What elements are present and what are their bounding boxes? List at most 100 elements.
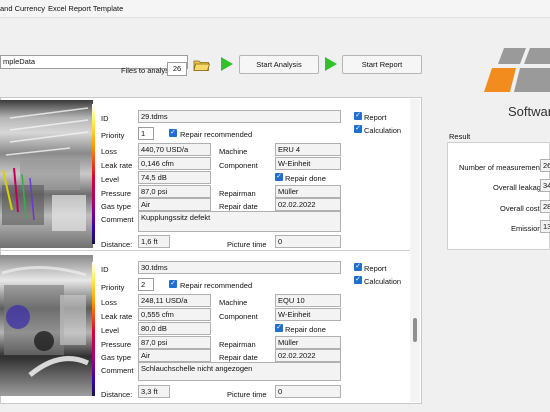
picture-time-label: Picture time bbox=[227, 390, 267, 399]
pressure-label: Pressure bbox=[101, 189, 132, 198]
loss-field: 248,11 USD/a bbox=[138, 294, 211, 307]
leak-rate-label: Leak rate bbox=[101, 312, 133, 321]
start-report-button[interactable]: Start Report bbox=[342, 55, 422, 74]
repair-done-checkbox[interactable]: ✓ bbox=[275, 173, 283, 181]
gas-type-field: Air bbox=[138, 198, 211, 211]
repair-done-checkbox[interactable]: ✓ bbox=[275, 324, 283, 332]
overall-costs-label: Overall costs bbox=[500, 204, 544, 213]
pressure-field: 87,0 psi bbox=[138, 185, 211, 198]
comment-label: Comment bbox=[101, 215, 134, 224]
repair-recommended-label: Repair recommended bbox=[180, 281, 253, 290]
id-label: ID bbox=[101, 265, 109, 274]
repair-recommended-checkbox[interactable]: ✓ bbox=[169, 129, 177, 137]
comment-field: Schlauchschelle nicht angezogen bbox=[138, 362, 341, 381]
overall-leakage-label: Overall leakage bbox=[493, 183, 546, 192]
repair-done-label: Repair done bbox=[285, 174, 326, 183]
calculation-checkbox[interactable]: ✓ bbox=[354, 125, 362, 133]
emission-field: 13 bbox=[540, 220, 550, 233]
overall-costs-field: 28 bbox=[540, 200, 550, 213]
start-analysis-button[interactable]: Start Analysis bbox=[239, 55, 319, 74]
component-field: W-Einheit bbox=[275, 308, 341, 321]
calculation-label: Calculation bbox=[364, 277, 402, 286]
priority-field[interactable]: 1 bbox=[138, 127, 154, 140]
loss-label: Loss bbox=[101, 147, 117, 156]
files-to-analyse-label: Files to analyse bbox=[121, 66, 174, 75]
repairman-field: Müller bbox=[275, 336, 341, 349]
comment-label: Comment bbox=[101, 366, 134, 375]
report-checkbox[interactable]: ✓ bbox=[354, 263, 362, 271]
gas-type-label: Gas type bbox=[101, 353, 132, 362]
report-checkbox[interactable]: ✓ bbox=[354, 112, 362, 120]
menu-excel-report-template[interactable]: Excel Report Template bbox=[48, 0, 123, 18]
leak-rate-field: 0,555 cfm bbox=[138, 308, 211, 321]
repair-date-field: 02.02.2022 bbox=[275, 198, 341, 211]
files-to-analyse-field[interactable]: 26 bbox=[167, 62, 187, 76]
machine-field: ERU 4 bbox=[275, 143, 341, 156]
repair-done-label: Repair done bbox=[285, 325, 326, 334]
calculation-label: Calculation bbox=[364, 126, 402, 135]
record-divider bbox=[0, 250, 412, 251]
start-report-play-icon bbox=[325, 57, 337, 71]
report-label: Report bbox=[364, 264, 387, 273]
picture-time-field: 0 bbox=[275, 235, 341, 248]
gas-type-label: Gas type bbox=[101, 202, 132, 211]
thermal-color-scale bbox=[92, 104, 95, 244]
priority-label: Priority bbox=[101, 131, 125, 140]
repairman-field: Müller bbox=[275, 185, 341, 198]
leak-rate-field: 0,146 cfm bbox=[138, 157, 211, 170]
repairman-label: Repairman bbox=[219, 189, 256, 198]
number-of-measurements-field: 26 bbox=[540, 159, 550, 172]
picture-time-field: 0 bbox=[275, 385, 341, 398]
logo-text: Softwar bbox=[508, 104, 550, 119]
emission-label: Emission bbox=[511, 224, 542, 233]
thermal-color-scale bbox=[92, 262, 95, 396]
menu-currency[interactable]: and Currency bbox=[0, 0, 45, 18]
distance-label: Distance: bbox=[101, 240, 133, 249]
report-label: Report bbox=[364, 113, 387, 122]
thermal-image bbox=[0, 255, 93, 396]
overall-leakage-field: 34 bbox=[540, 179, 550, 192]
repair-date-label: Repair date bbox=[219, 353, 258, 362]
id-label: ID bbox=[101, 114, 109, 123]
machine-label: Machine bbox=[219, 298, 248, 307]
level-label: Level bbox=[101, 326, 119, 335]
result-panel bbox=[447, 142, 550, 250]
pressure-field: 87,0 psi bbox=[138, 336, 211, 349]
id-field: 29.tdms bbox=[138, 110, 341, 123]
repair-date-field: 02.02.2022 bbox=[275, 349, 341, 362]
distance-label: Distance: bbox=[101, 390, 133, 399]
repairman-label: Repairman bbox=[219, 340, 256, 349]
start-analysis-play-icon bbox=[221, 57, 233, 71]
calculation-checkbox[interactable]: ✓ bbox=[354, 276, 362, 284]
number-of-measurements-label: Number of measurements bbox=[459, 163, 546, 172]
loss-label: Loss bbox=[101, 298, 117, 307]
result-title: Result bbox=[449, 132, 471, 141]
leak-rate-label: Leak rate bbox=[101, 161, 133, 170]
company-logo bbox=[482, 46, 550, 96]
machine-label: Machine bbox=[219, 147, 248, 156]
scrollbar-thumb[interactable] bbox=[413, 318, 417, 342]
id-field: 30.tdms bbox=[138, 261, 341, 274]
repair-recommended-label: Repair recommended bbox=[180, 130, 253, 139]
pressure-label: Pressure bbox=[101, 340, 132, 349]
gas-type-field: Air bbox=[138, 349, 211, 362]
picture-time-label: Picture time bbox=[227, 240, 267, 249]
comment-field: Kupplungssitz defekt bbox=[138, 211, 341, 232]
level-label: Level bbox=[101, 175, 119, 184]
distance-field: 1,6 ft bbox=[138, 235, 170, 248]
component-field: W-Einheit bbox=[275, 157, 341, 170]
loss-field: 440,70 USD/a bbox=[138, 143, 211, 156]
menu-bar: and Currency Excel Report Template bbox=[0, 0, 550, 18]
level-field: 74,5 dB bbox=[138, 171, 211, 184]
open-folder-icon[interactable] bbox=[193, 58, 211, 72]
records-scrollbar[interactable] bbox=[410, 99, 420, 402]
repair-recommended-checkbox[interactable]: ✓ bbox=[169, 280, 177, 288]
repair-date-label: Repair date bbox=[219, 202, 258, 211]
distance-field: 3,3 ft bbox=[138, 385, 170, 398]
thermal-image bbox=[0, 100, 93, 248]
priority-label: Priority bbox=[101, 283, 125, 292]
component-label: Component bbox=[219, 312, 258, 321]
priority-field[interactable]: 2 bbox=[138, 278, 154, 291]
component-label: Component bbox=[219, 161, 258, 170]
level-field: 80,0 dB bbox=[138, 322, 211, 335]
